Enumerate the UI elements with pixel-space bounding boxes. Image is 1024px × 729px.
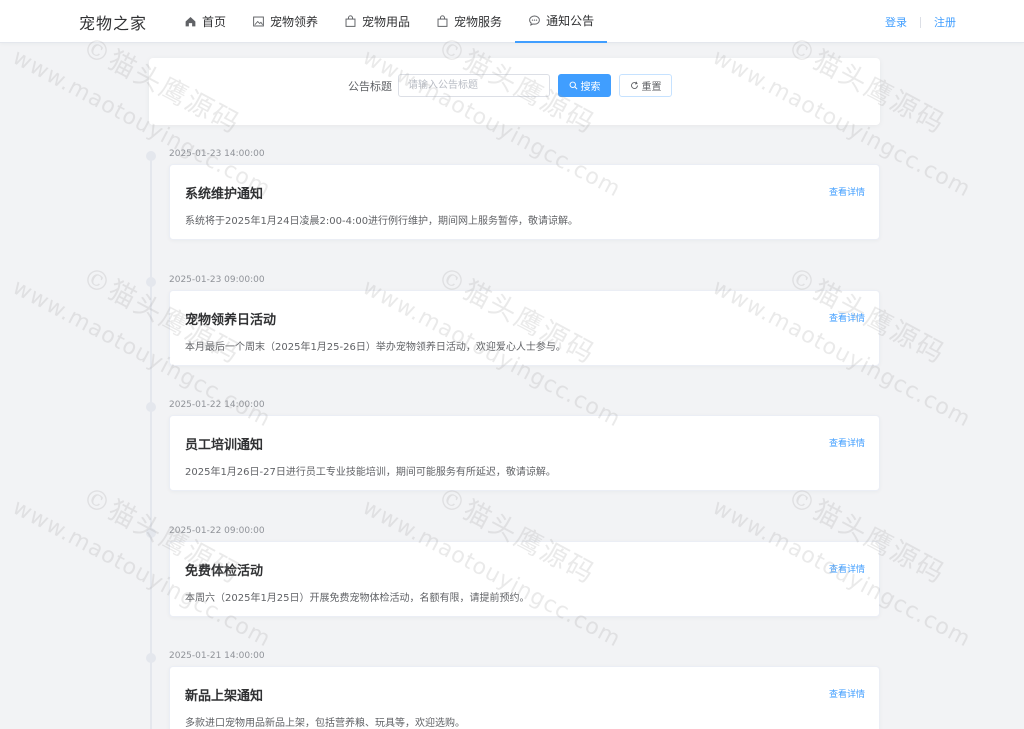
login-link[interactable]: 登录 [885, 14, 907, 30]
view-details-link[interactable]: 查看详情 [829, 185, 865, 198]
divider [920, 16, 921, 28]
notice-content: 本月最后一个周末（2025年1月25-26日）举办宠物领养日活动，欢迎爱心人士参… [185, 342, 566, 353]
refresh-icon [630, 81, 639, 90]
notice-timestamp: 2025-01-23 14:00:00 [169, 149, 265, 159]
search-button[interactable]: 搜索 [558, 74, 611, 97]
site-logo[interactable]: 宠物之家 [79, 10, 147, 34]
timeline-dot [146, 151, 156, 161]
timeline-line [150, 152, 152, 729]
nav-label: 宠物服务 [454, 15, 503, 29]
nav-label: 首页 [202, 15, 227, 29]
shopping-bag-icon [344, 15, 357, 28]
search-icon [569, 81, 578, 90]
notice-content: 多款进口宠物用品新品上架，包括营养粮、玩具等，欢迎选购。 [185, 718, 465, 729]
nav-label: 通知公告 [546, 14, 595, 28]
view-details-link[interactable]: 查看详情 [829, 687, 865, 700]
top-navbar: 宠物之家 首页 宠物领养 宠物用品 宠物服务 通知公告 登录 注册 [0, 0, 1024, 43]
nav-label: 宠物用品 [362, 15, 411, 29]
timeline-dot [146, 653, 156, 663]
nav-label: 宠物领养 [270, 15, 319, 29]
timeline-dot [146, 402, 156, 412]
notice-card: 系统维护通知 查看详情 系统将于2025年1月24日凌晨2:00-4:00进行例… [169, 164, 880, 240]
timeline-dot [146, 277, 156, 287]
search-button-label: 搜索 [580, 82, 601, 93]
notice-timestamp: 2025-01-22 09:00:00 [169, 526, 265, 536]
notice-card: 免费体检活动 查看详情 本周六（2025年1月25日）开展免费宠物体检活动，名额… [169, 541, 880, 617]
timeline-dot [146, 528, 156, 538]
notice-card: 宠物领养日活动 查看详情 本月最后一个周末（2025年1月25-26日）举办宠物… [169, 290, 880, 366]
notice-title: 宠物领养日活动 [185, 313, 277, 328]
notice-title: 员工培训通知 [185, 438, 264, 453]
nav-item-home[interactable]: 首页 [171, 0, 239, 43]
notice-timestamp: 2025-01-22 14:00:00 [169, 400, 265, 410]
search-panel: 公告标题 搜索 重置 [149, 58, 880, 125]
reset-button[interactable]: 重置 [619, 74, 672, 97]
shopping-bag-icon [436, 15, 449, 28]
notice-title: 新品上架通知 [185, 689, 264, 704]
notice-content: 系统将于2025年1月24日凌晨2:00-4:00进行例行维护，期间网上服务暂停… [185, 216, 579, 227]
chat-bubble-icon [528, 14, 541, 27]
view-details-link[interactable]: 查看详情 [829, 436, 865, 449]
nav-item-adoption[interactable]: 宠物领养 [239, 0, 331, 43]
search-input[interactable] [398, 74, 550, 97]
search-label: 公告标题 [348, 80, 392, 93]
notice-title: 免费体检活动 [185, 564, 264, 579]
notice-content: 2025年1月26日-27日进行员工专业技能培训，期间可能服务有所延迟，敬请谅解… [185, 467, 556, 478]
notice-title: 系统维护通知 [185, 187, 264, 202]
notice-card: 员工培训通知 查看详情 2025年1月26日-27日进行员工专业技能培训，期间可… [169, 415, 880, 491]
register-link[interactable]: 注册 [934, 14, 956, 30]
notice-content: 本周六（2025年1月25日）开展免费宠物体检活动，名额有限，请提前预约。 [185, 593, 530, 604]
notice-card: 新品上架通知 查看详情 多款进口宠物用品新品上架，包括营养粮、玩具等，欢迎选购。 [169, 666, 880, 729]
nav-item-notices[interactable]: 通知公告 [515, 0, 608, 43]
main-nav: 首页 宠物领养 宠物用品 宠物服务 通知公告 [171, 0, 608, 43]
home-icon [184, 15, 197, 28]
auth-links: 登录 注册 [885, 14, 956, 30]
picture-icon [252, 15, 265, 28]
view-details-link[interactable]: 查看详情 [829, 562, 865, 575]
notice-timestamp: 2025-01-23 09:00:00 [169, 275, 265, 285]
nav-item-services[interactable]: 宠物服务 [423, 0, 515, 43]
view-details-link[interactable]: 查看详情 [829, 311, 865, 324]
nav-item-supplies[interactable]: 宠物用品 [331, 0, 423, 43]
notice-timestamp: 2025-01-21 14:00:00 [169, 651, 265, 661]
reset-button-label: 重置 [641, 82, 662, 93]
